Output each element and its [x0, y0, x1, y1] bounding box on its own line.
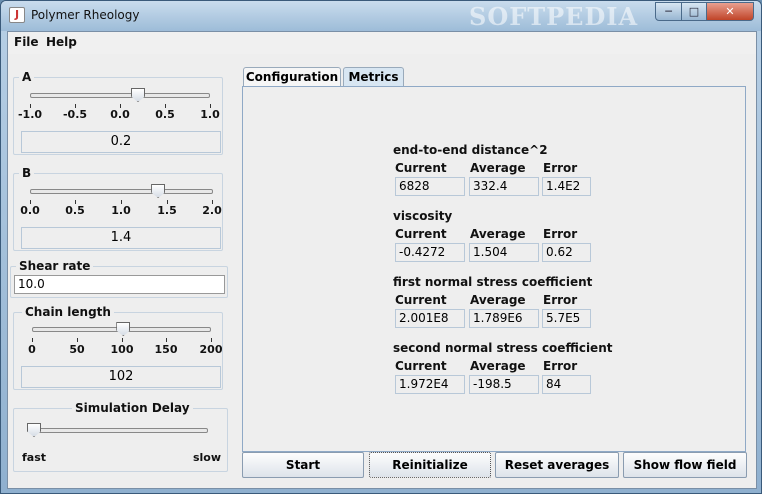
col-error: Error: [543, 359, 578, 373]
close-button[interactable]: ✕: [706, 2, 754, 21]
shear-rate-input[interactable]: 10.0: [14, 275, 225, 294]
col-current: Current: [395, 161, 447, 175]
minimize-button[interactable]: ─: [655, 2, 682, 21]
slider-chain-tick-label: 200: [199, 343, 223, 356]
simulation-delay-label: Simulation Delay: [72, 401, 193, 415]
first-normal-average: 1.789E6: [469, 309, 539, 328]
slider-b-tick-label: 2.0: [202, 204, 222, 217]
col-average: Average: [470, 227, 526, 241]
slider-a-track[interactable]: [30, 93, 210, 98]
group-simulation-delay: Simulation Delay fast slow: [13, 401, 228, 472]
second-normal-average: -198.5: [469, 375, 539, 394]
group-chain-length: Chain length 0 50 100 150 200 102: [13, 305, 223, 390]
reset-averages-button[interactable]: Reset averages: [495, 452, 619, 478]
col-average: Average: [470, 293, 526, 307]
slider-a-tick-label: -1.0: [17, 108, 43, 121]
slider-chain-tick: [77, 338, 78, 342]
group-a: A -1.0 -0.5 0.0 0.5 1.0 0.2: [13, 70, 223, 155]
col-error: Error: [543, 293, 578, 307]
menu-help[interactable]: Help: [46, 35, 77, 49]
metric-title-first-normal-stress: first normal stress coefficient: [393, 275, 593, 289]
slider-chain-tick-label: 50: [69, 343, 85, 356]
value-chain-length: 102: [21, 366, 221, 388]
show-flow-field-button[interactable]: Show flow field: [623, 452, 747, 478]
delay-fast-label: fast: [21, 451, 46, 464]
metrics-panel: end-to-end distance^2 Current Average Er…: [242, 86, 746, 452]
slider-a-tick-label: 0.5: [155, 108, 175, 121]
slider-chain-tick: [166, 338, 167, 342]
slider-b-track[interactable]: [30, 189, 213, 194]
col-current: Current: [395, 293, 447, 307]
slider-delay-thumb[interactable]: [27, 423, 41, 437]
slider-b-thumb[interactable]: [151, 184, 166, 198]
group-b-label: B: [19, 166, 35, 180]
tab-metrics[interactable]: Metrics: [343, 67, 404, 87]
title-bar[interactable]: J Polymer Rheology SOFTPEDIA ─ □ ✕: [1, 1, 761, 31]
reinitialize-button[interactable]: Reinitialize: [369, 452, 491, 478]
end-to-end-current: 6828: [395, 177, 465, 196]
slider-b-tick-label: 0.0: [20, 204, 40, 217]
col-average: Average: [470, 161, 526, 175]
delay-slow-label: slow: [192, 451, 222, 464]
end-to-end-error: 1.4E2: [542, 177, 591, 196]
shear-rate-label: Shear rate: [16, 259, 94, 273]
slider-a-tick-label: 0.0: [110, 108, 130, 121]
slider-a-tick-label: 1.0: [200, 108, 220, 121]
app-window: J Polymer Rheology SOFTPEDIA ─ □ ✕ File …: [0, 0, 762, 494]
first-normal-error: 5.7E5: [542, 309, 591, 328]
window-title: Polymer Rheology: [31, 8, 140, 22]
viscosity-error: 0.62: [542, 243, 591, 262]
maximize-button[interactable]: □: [681, 2, 707, 21]
group-b: B 0.0 0.5 1.0 1.5 2.0 1.4: [13, 166, 223, 251]
group-shear-rate: Shear rate 10.0: [10, 259, 228, 298]
java-app-icon: J: [9, 7, 25, 23]
slider-chain-tick-label: 0: [28, 343, 36, 356]
slider-chain-tick: [211, 338, 212, 342]
menu-bar: File Help: [8, 32, 756, 54]
col-current: Current: [395, 359, 447, 373]
value-b: 1.4: [21, 227, 221, 249]
slider-chain-tick-label: 150: [154, 343, 178, 356]
end-to-end-average: 332.4: [469, 177, 539, 196]
slider-chain-thumb[interactable]: [116, 322, 131, 336]
col-error: Error: [543, 227, 578, 241]
value-a: 0.2: [21, 131, 221, 153]
viscosity-average: 1.504: [469, 243, 539, 262]
viscosity-current: -0.4272: [395, 243, 465, 262]
watermark-text: SOFTPEDIA: [469, 2, 639, 31]
menu-file[interactable]: File: [14, 35, 39, 49]
slider-a-thumb[interactable]: [131, 88, 145, 102]
metric-title-viscosity: viscosity: [393, 209, 453, 223]
tab-configuration[interactable]: Configuration: [243, 67, 341, 87]
second-normal-current: 1.972E4: [395, 375, 465, 394]
client-area: File Help A -1.0 -0.5 0.0 0.5 1.0 0.2 B: [7, 31, 757, 489]
second-normal-error: 84: [542, 375, 591, 394]
slider-b-tick-label: 0.5: [65, 204, 85, 217]
slider-delay-track[interactable]: [34, 428, 208, 433]
slider-chain-tick: [122, 338, 123, 342]
group-a-label: A: [19, 70, 35, 84]
slider-chain-tick-label: 100: [110, 343, 134, 356]
metric-title-second-normal-stress: second normal stress coefficient: [393, 341, 613, 355]
col-error: Error: [543, 161, 578, 175]
col-average: Average: [470, 359, 526, 373]
slider-b-tick-label: 1.0: [111, 204, 131, 217]
metric-title-end-to-end: end-to-end distance^2: [393, 143, 548, 157]
first-normal-current: 2.001E8: [395, 309, 465, 328]
slider-b-tick-label: 1.5: [157, 204, 177, 217]
slider-chain-tick: [32, 338, 33, 342]
start-button[interactable]: Start: [242, 452, 364, 478]
col-current: Current: [395, 227, 447, 241]
chain-length-label: Chain length: [22, 305, 114, 319]
slider-a-tick-label: -0.5: [62, 108, 88, 121]
